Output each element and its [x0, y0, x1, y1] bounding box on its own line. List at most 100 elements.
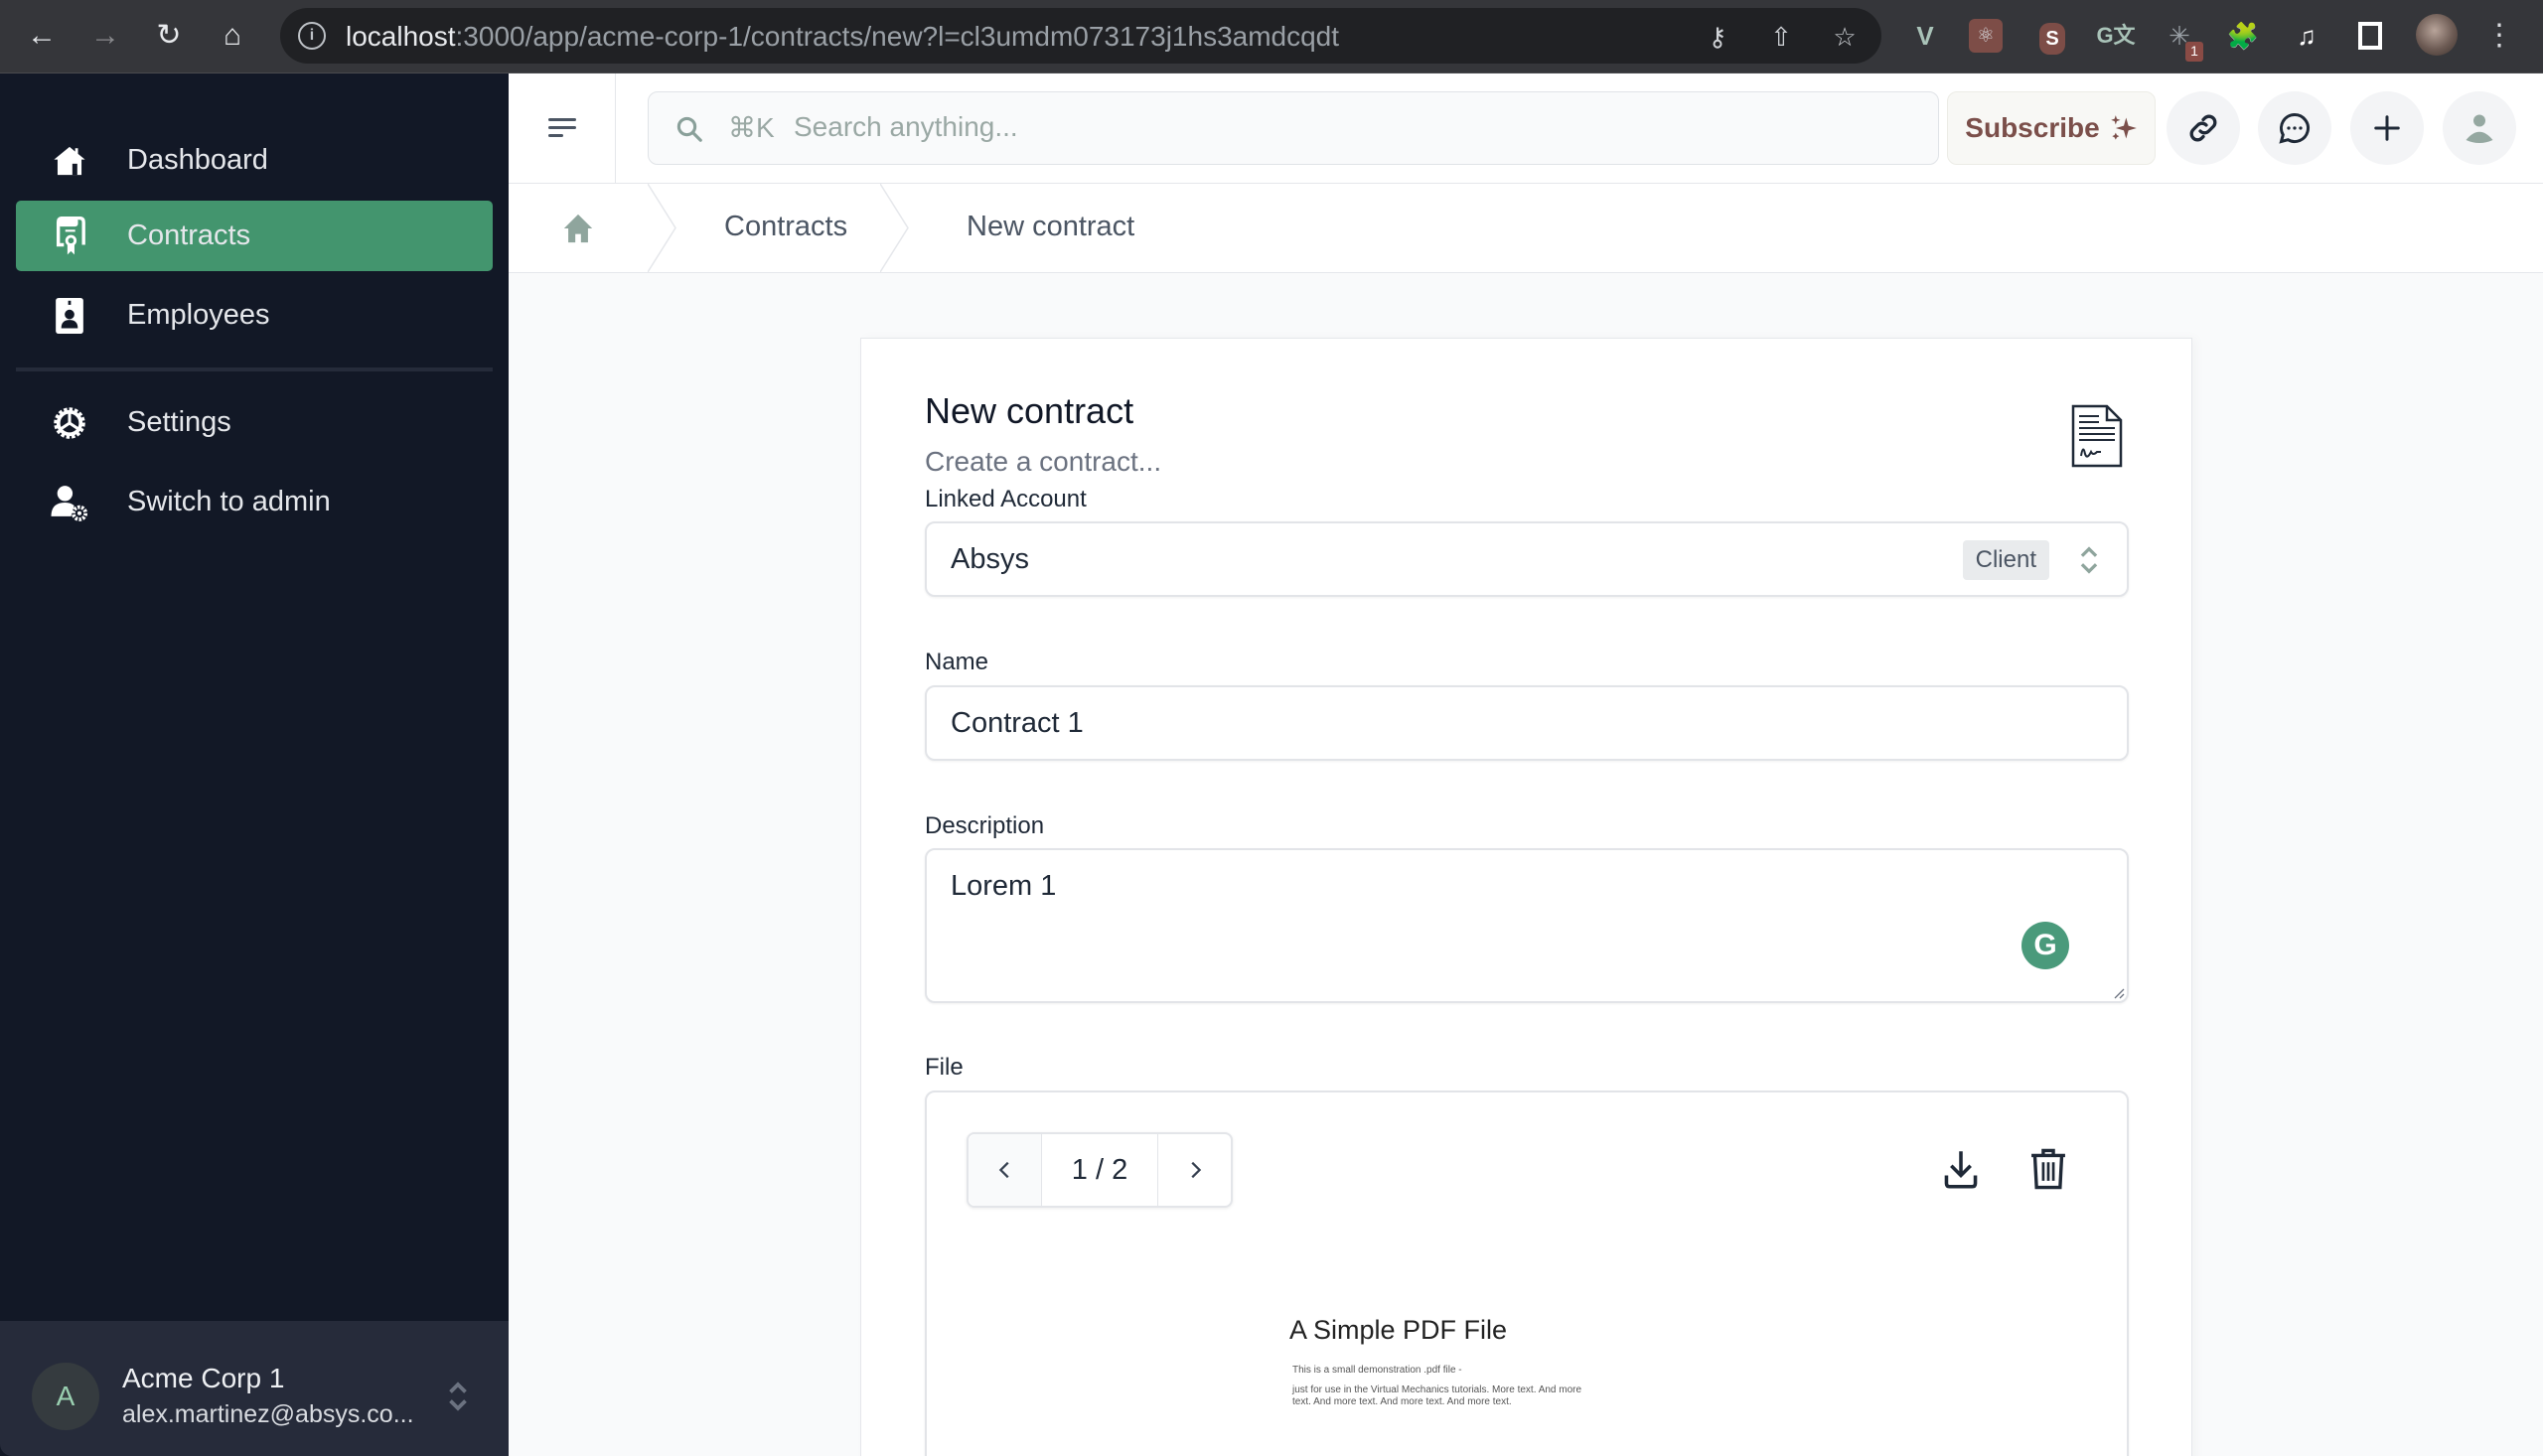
page-title: New contract: [925, 390, 1134, 431]
pdf-preview-line: just for use in the Virtual Mechanics tu…: [1292, 1384, 1582, 1395]
signed-document-icon: [2071, 404, 2123, 468]
sidebar-item-switch-to-admin[interactable]: Switch to admin: [16, 467, 493, 537]
chevron-up-down-icon: [2080, 546, 2098, 574]
account-type-badge: Client: [1962, 540, 2049, 580]
breadcrumb-home[interactable]: [509, 184, 648, 272]
side-panel-icon[interactable]: [2350, 16, 2390, 56]
breadcrumb: Contracts New contract: [509, 184, 2543, 273]
name-label: Name: [925, 649, 989, 675]
chevron-left-icon: [998, 1161, 1009, 1179]
menu-toggle-button[interactable]: [509, 73, 616, 183]
breadcrumb-separator: [648, 184, 676, 272]
url-path: :3000/app/acme-corp-1/contracts/new?l=cl…: [455, 21, 1340, 52]
gear-icon: [50, 403, 89, 443]
plus-icon: [2374, 115, 2400, 141]
delete-button[interactable]: [2025, 1144, 2071, 1194]
pdf-preview-line: text. And more text. And more text. And …: [1292, 1396, 1512, 1407]
home-icon: [563, 214, 593, 242]
home-icon[interactable]: ⌂: [213, 16, 252, 56]
forward-icon[interactable]: →: [85, 16, 125, 56]
search-shortcut: ⌘K: [728, 112, 775, 143]
description-label: Description: [925, 812, 1045, 839]
url-text[interactable]: localhost:3000/app/acme-corp-1/contracts…: [346, 21, 1339, 53]
badge-icon: [50, 296, 89, 336]
sidebar-item-label: Settings: [127, 406, 231, 438]
user-gear-icon: [50, 483, 89, 522]
linked-account-select[interactable]: Absys Client: [925, 521, 2129, 597]
chevron-right-icon: [1190, 1161, 1201, 1179]
link-button[interactable]: [2167, 91, 2240, 165]
linked-account-value: Absys: [951, 543, 1029, 575]
chat-icon: [2279, 112, 2310, 144]
chevron-up-down-icon: [449, 1382, 467, 1411]
sidebar-item-label: Switch to admin: [127, 486, 331, 517]
pdf-preview-line: This is a small demonstration .pdf file …: [1292, 1365, 1462, 1376]
sidebar-item-label: Employees: [127, 299, 270, 331]
search-input[interactable]: ⌘K Search anything...: [648, 91, 1939, 165]
file-viewer: 1 / 2 A Simple PDF File This is a small …: [925, 1091, 2129, 1456]
file-label: File: [925, 1054, 964, 1081]
sidebar-item-employees[interactable]: Employees: [16, 280, 493, 351]
react-devtools-icon[interactable]: ⚛: [1969, 19, 2003, 53]
chat-button[interactable]: [2258, 91, 2331, 165]
subscribe-button[interactable]: Subscribe: [1947, 91, 2156, 165]
breadcrumb-separator: [880, 184, 909, 272]
avatar: A: [32, 1363, 99, 1430]
description-textarea[interactable]: Lorem 1 G: [925, 848, 2129, 1003]
back-icon[interactable]: ←: [22, 16, 62, 56]
name-value: Contract 1: [951, 707, 1084, 739]
search-placeholder: Search anything...: [794, 111, 1018, 142]
linked-account-label: Linked Account: [925, 486, 1087, 512]
search-icon: [676, 116, 702, 142]
contract-icon: [50, 216, 89, 256]
grammarly-icon[interactable]: G: [2021, 922, 2069, 969]
link-icon: [2189, 114, 2217, 142]
sidebar-divider: [16, 367, 493, 371]
address-bar[interactable]: i localhost:3000/app/acme-corp-1/contrac…: [280, 8, 1881, 64]
sidebar-item-dashboard[interactable]: Dashboard: [16, 125, 493, 196]
more-icon[interactable]: ⋮: [2479, 16, 2519, 56]
user-icon: [2466, 114, 2493, 143]
resize-handle-icon[interactable]: [2111, 985, 2125, 999]
add-button[interactable]: [2350, 91, 2424, 165]
page-navigator: 1 / 2: [967, 1132, 1233, 1208]
vue-devtools-icon[interactable]: V: [1905, 16, 1945, 56]
share-icon[interactable]: ⇧: [1764, 20, 1798, 54]
url-host: localhost: [346, 21, 456, 52]
next-page-button[interactable]: [1157, 1134, 1231, 1206]
pdf-preview-title: A Simple PDF File: [1289, 1315, 1508, 1345]
translate-icon[interactable]: G文: [2096, 16, 2136, 56]
account-org-name: Acme Corp 1: [122, 1363, 285, 1393]
subscribe-label: Subscribe: [1965, 112, 2100, 143]
media-icon[interactable]: ♫: [2287, 16, 2326, 56]
top-header: ⌘K Search anything... Subscribe: [509, 73, 2543, 184]
menu-icon: [547, 118, 576, 137]
page-subtitle: Create a contract...: [925, 446, 1162, 477]
key-icon[interactable]: ⚷: [1701, 20, 1734, 54]
profile-avatar[interactable]: [2416, 14, 2458, 56]
account-switcher[interactable]: A Acme Corp 1 alex.martinez@absys.co...: [0, 1321, 509, 1456]
account-email: alex.martinez@absys.co...: [122, 1400, 414, 1428]
user-menu-button[interactable]: [2443, 91, 2516, 165]
download-button[interactable]: [1938, 1144, 1984, 1194]
sidebar: Dashboard Contracts Employees Settings S…: [0, 73, 509, 1456]
puzzle-icon[interactable]: 🧩: [2223, 16, 2263, 56]
new-contract-card: New contract Create a contract... Linked…: [860, 338, 2192, 1456]
description-value: Lorem 1: [951, 870, 1057, 902]
sparkles-icon: [2110, 115, 2137, 140]
sidebar-item-label: Dashboard: [127, 144, 268, 176]
breadcrumb-item-contracts[interactable]: Contracts: [724, 211, 847, 243]
reload-icon[interactable]: ↻: [149, 16, 189, 56]
extension-badge-icon[interactable]: ✳ 1: [2160, 16, 2203, 62]
svelte-icon[interactable]: S: [2032, 16, 2072, 56]
trash-icon: [2031, 1148, 2065, 1190]
site-info-icon[interactable]: i: [298, 22, 326, 50]
page-indicator: 1 / 2: [1071, 1154, 1128, 1186]
sidebar-item-settings[interactable]: Settings: [16, 387, 493, 458]
previous-page-button[interactable]: [969, 1134, 1042, 1206]
breadcrumb-item-current: New contract: [967, 211, 1135, 242]
sidebar-item-contracts[interactable]: Contracts: [16, 201, 493, 271]
star-icon[interactable]: ☆: [1828, 20, 1862, 54]
name-input[interactable]: Contract 1: [925, 685, 2129, 761]
browser-toolbar: ← → ↻ ⌂ i localhost:3000/app/acme-corp-1…: [0, 0, 2543, 73]
